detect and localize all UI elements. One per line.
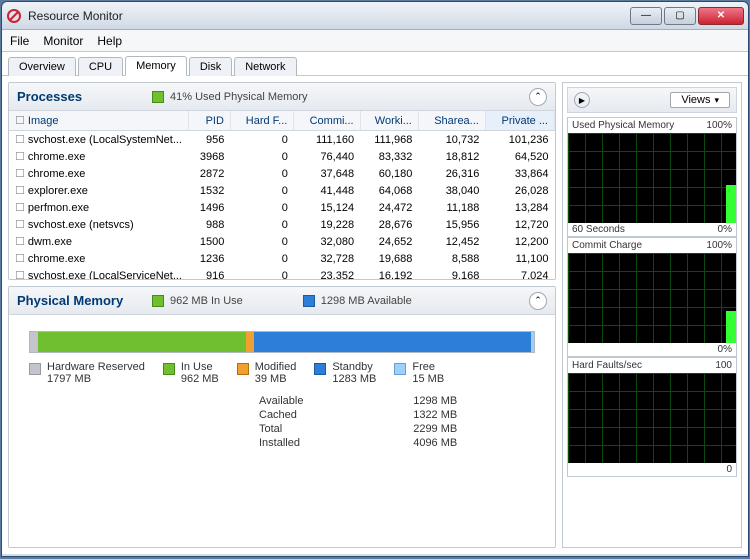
memory-stats: Available1298 MBCached1322 MBTotal2299 M… (9, 385, 555, 459)
process-table: ☐ Image PID Hard F... Commi... Worki... … (9, 111, 555, 279)
table-row[interactable]: perfmon.exe1496015,12424,47211,18813,284 (9, 199, 555, 216)
modified-swatch-icon (237, 363, 249, 375)
titlebar[interactable]: Resource Monitor — ▢ (2, 2, 748, 30)
inuse-swatch-icon (163, 363, 175, 375)
inuse-swatch-icon (152, 295, 164, 307)
minimize-button[interactable]: — (630, 7, 662, 25)
menu-monitor[interactable]: Monitor (43, 34, 83, 48)
standby-swatch-icon (314, 363, 326, 375)
mini-chart: Hard Faults/sec100 0 (567, 357, 737, 477)
app-icon (6, 8, 22, 24)
processes-info: 41% Used Physical Memory (170, 91, 308, 103)
hw-swatch-icon (29, 363, 41, 375)
tab-cpu[interactable]: CPU (78, 57, 123, 76)
col-hardfaults[interactable]: Hard F... (230, 111, 293, 131)
close-button[interactable] (698, 7, 744, 25)
collapse-icon[interactable]: ⌃ (529, 292, 547, 310)
menu-file[interactable]: File (10, 34, 29, 48)
avail-swatch-icon (303, 295, 315, 307)
col-working[interactable]: Worki... (360, 111, 418, 131)
col-image[interactable]: ☐ Image (9, 111, 188, 131)
col-shareable[interactable]: Sharea... (418, 111, 485, 131)
table-row[interactable]: dwm.exe1500032,08024,65212,45212,200 (9, 233, 555, 250)
memory-legend: Hardware Reserved1797 MB In Use962 MB Mo… (9, 353, 555, 385)
table-row[interactable]: svchost.exe (LocalSystemNet...9560111,16… (9, 131, 555, 149)
inuse-text: 962 MB In Use (170, 295, 243, 307)
processes-panel: Processes 41% Used Physical Memory ⌃ ☐ I… (8, 82, 556, 280)
collapse-right-icon[interactable]: ▶ (574, 92, 590, 108)
col-private[interactable]: Private ... (485, 111, 554, 131)
processes-header[interactable]: Processes 41% Used Physical Memory ⌃ (9, 83, 555, 111)
mini-chart: Used Physical Memory100% 60 Seconds0% (567, 117, 737, 237)
menu-help[interactable]: Help (97, 34, 122, 48)
table-row[interactable]: chrome.exe3968076,44083,33218,81264,520 (9, 148, 555, 165)
table-row[interactable]: chrome.exe2872037,64860,18026,31633,864 (9, 165, 555, 182)
charts-header: ▶ Views▾ (567, 87, 737, 113)
col-pid[interactable]: PID (188, 111, 230, 131)
tab-overview[interactable]: Overview (8, 57, 76, 76)
tab-disk[interactable]: Disk (189, 57, 232, 76)
table-row[interactable]: explorer.exe1532041,44864,06838,04026,02… (9, 182, 555, 199)
window-title: Resource Monitor (28, 9, 630, 23)
charts-panel: ▶ Views▾ Used Physical Memory100% 60 Sec… (562, 82, 742, 548)
table-row[interactable]: svchost.exe (netsvcs)988019,22828,67615,… (9, 216, 555, 233)
physical-memory-panel: Physical Memory 962 MB In Use 1298 MB Av… (8, 286, 556, 548)
mini-chart: Commit Charge100% 0% (567, 237, 737, 357)
col-commit[interactable]: Commi... (294, 111, 360, 131)
processes-title: Processes (17, 89, 152, 104)
memory-bar (29, 331, 535, 353)
views-button[interactable]: Views▾ (670, 92, 730, 108)
tab-memory[interactable]: Memory (125, 56, 187, 76)
maximize-button[interactable]: ▢ (664, 7, 696, 25)
tabs: Overview CPU Memory Disk Network (2, 52, 748, 76)
table-row[interactable]: chrome.exe1236032,72819,6888,58811,100 (9, 250, 555, 267)
menubar: File Monitor Help (2, 30, 748, 52)
free-swatch-icon (394, 363, 406, 375)
table-row[interactable]: svchost.exe (LocalServiceNet...916023,35… (9, 267, 555, 279)
tab-network[interactable]: Network (234, 57, 296, 76)
avail-text: 1298 MB Available (321, 295, 412, 307)
collapse-icon[interactable]: ⌃ (529, 88, 547, 106)
physical-title: Physical Memory (17, 293, 152, 308)
memory-swatch-icon (152, 91, 164, 103)
resource-monitor-window: Resource Monitor — ▢ File Monitor Help O… (1, 1, 749, 557)
physical-header[interactable]: Physical Memory 962 MB In Use 1298 MB Av… (9, 287, 555, 315)
